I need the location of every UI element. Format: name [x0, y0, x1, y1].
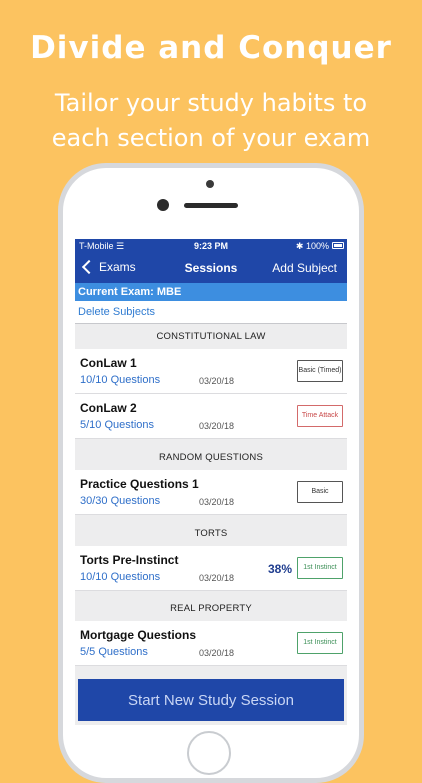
navigation-bar: Exams Sessions Add Subject	[75, 253, 347, 283]
delete-subjects-link[interactable]: Delete Subjects	[75, 301, 347, 324]
session-questions: 5/10 Questions	[80, 419, 154, 431]
promo-headline: Divide and Conquer	[30, 30, 392, 66]
status-right: ✱ 100%	[296, 241, 329, 252]
session-date: 03/20/18	[199, 421, 235, 431]
session-mode-badge: Basic (Timed)	[297, 360, 343, 382]
session-questions: 30/30 Questions	[80, 495, 161, 507]
section-header-constitutional-law: CONSTITUTIONAL LAW	[75, 325, 347, 349]
section-header-torts: TORTS	[75, 522, 347, 546]
start-new-study-session-button[interactable]: Start New Study Session	[78, 679, 344, 721]
session-row[interactable]: Torts Pre-Instinct 10/10 Questions 03/20…	[75, 546, 347, 591]
session-date: 03/20/18	[199, 573, 235, 583]
app-screen: T-Mobile ☰ 9:23 PM ✱ 100% Exams Sessions…	[75, 239, 347, 725]
current-exam-bar: Current Exam: MBE	[75, 283, 347, 301]
session-mode-badge: 1st Instinct	[297, 632, 343, 654]
promo-subtitle-line-1: Tailor your study habits to	[54, 89, 368, 117]
session-date: 03/20/18	[199, 376, 235, 386]
phone-sensor	[206, 180, 214, 188]
session-questions: 5/5 Questions	[80, 646, 148, 658]
session-date: 03/20/18	[199, 497, 235, 507]
section-header-real-property: REAL PROPERTY	[75, 597, 347, 621]
session-score: 38%	[267, 562, 292, 576]
session-title: ConLaw 1	[80, 356, 137, 370]
session-date: 03/20/18	[199, 648, 235, 658]
session-mode-badge: Basic	[297, 481, 343, 503]
battery-icon	[332, 242, 344, 249]
add-subject-button[interactable]: Add Subject	[272, 261, 337, 275]
session-questions: 10/10 Questions	[80, 571, 161, 583]
phone-speaker	[184, 203, 238, 208]
session-title: Torts Pre-Instinct	[80, 553, 179, 567]
session-title: Practice Questions 1	[80, 477, 199, 491]
section-header-random-questions: RANDOM QUESTIONS	[75, 446, 347, 470]
session-title: Mortgage Questions	[80, 628, 197, 642]
session-row[interactable]: Mortgage Questions 5/5 Questions 03/20/1…	[75, 621, 347, 666]
session-row[interactable]: ConLaw 1 10/10 Questions 03/20/18 Basic …	[75, 349, 347, 394]
session-questions: 10/10 Questions	[80, 374, 161, 386]
battery-percent: 100%	[305, 241, 329, 251]
home-button[interactable]	[187, 731, 231, 775]
session-title: ConLaw 2	[80, 401, 137, 415]
bluetooth-icon: ✱	[295, 241, 304, 251]
session-mode-badge: 1st Instinct	[297, 557, 343, 579]
session-row[interactable]: ConLaw 2 5/10 Questions 03/20/18 Time At…	[75, 394, 347, 439]
phone-camera	[157, 199, 169, 211]
status-bar: T-Mobile ☰ 9:23 PM ✱ 100%	[75, 239, 347, 253]
session-row[interactable]: Practice Questions 1 30/30 Questions 03/…	[75, 470, 347, 515]
session-mode-badge: Time Attack	[297, 405, 343, 427]
promo-subtitle-line-2: each section of your exam	[51, 124, 371, 152]
